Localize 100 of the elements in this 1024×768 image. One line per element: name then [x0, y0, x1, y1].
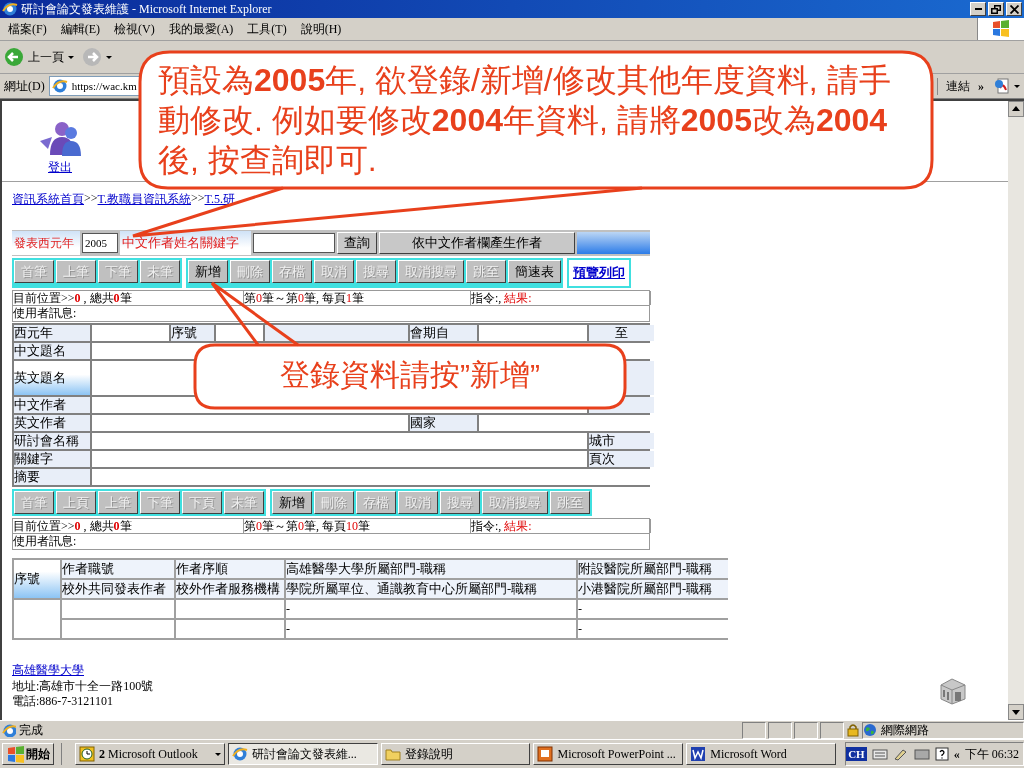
field-label: 城市 [589, 433, 654, 449]
start-button[interactable]: 開始 [2, 743, 54, 765]
year-field[interactable]: 2005 [82, 233, 118, 253]
close-icon [1009, 4, 1019, 14]
input-field[interactable] [216, 325, 263, 341]
menu-item[interactable]: 工具(T) [247, 20, 287, 38]
table-cell: - [286, 600, 576, 618]
help-icon [934, 747, 949, 761]
flag-logo-icon [991, 19, 1011, 39]
field-label: 摘要 [14, 469, 90, 485]
field-label: 會期自 [410, 325, 477, 341]
toolbar-button[interactable]: 簡速表 [508, 260, 561, 283]
column-header: 小港醫院所屬部門-職稱 [578, 580, 728, 598]
caret-icon [106, 55, 112, 59]
menu-item[interactable]: 檔案(F) [8, 20, 47, 38]
window-title: 研討會論文發表維護 - Microsoft Internet Explorer [21, 0, 273, 18]
tablet-icon [913, 747, 930, 761]
logout-link[interactable]: 登出 [48, 159, 72, 176]
query-button[interactable]: 查詢 [337, 232, 377, 254]
address-label: 網址(D) [4, 77, 45, 95]
breadcrumb-separator: >> [191, 191, 205, 207]
table-cell: - [578, 600, 728, 618]
close-button[interactable] [1006, 2, 1022, 16]
address-text: 地址:高雄市十全一路100號 [12, 679, 154, 694]
generate-authors-button[interactable]: 依中文作者欄產生作者 [379, 232, 575, 254]
globe-icon [863, 723, 877, 737]
field-label: 研討會名稱 [14, 433, 90, 449]
restore-button[interactable] [988, 2, 1004, 16]
padlock-icon [846, 723, 860, 737]
input-field[interactable] [92, 325, 169, 341]
taskbar-button[interactable]: Microsoft Word [686, 743, 837, 765]
taskbar-button[interactable]: Microsoft PowerPoint ... [533, 743, 684, 765]
command-result-text: 指令:, 結果: [471, 291, 532, 305]
minimize-button[interactable] [970, 2, 986, 16]
input-field[interactable] [479, 325, 587, 341]
print-preview-link[interactable]: 預覽列印 [569, 260, 629, 286]
menu-item[interactable]: 我的最愛(A) [168, 20, 234, 38]
expand-tray-button[interactable]: « [953, 746, 960, 762]
column-header: 高雄醫學大學所屬部門-職稱 [286, 560, 576, 578]
toolbar-button[interactable]: 新增 [188, 260, 228, 283]
browser-icon [2, 1, 18, 17]
language-indicator[interactable]: CH [846, 747, 867, 761]
menu-item[interactable]: 檢視(V) [114, 20, 155, 38]
column-header: 序號 [14, 560, 60, 598]
status-text: 完成 [19, 721, 43, 739]
table-cell [14, 600, 60, 638]
table-cell: - [286, 620, 576, 638]
restore-icon [991, 4, 1001, 14]
column-header: 作者序順 [176, 560, 284, 578]
breadcrumb-link[interactable]: 資訊系統首頁 [12, 191, 84, 207]
column-header: 校外作者服務機構 [176, 580, 284, 598]
minimize-icon [974, 8, 982, 10]
breadcrumb-link[interactable]: T.5.研 [204, 191, 235, 207]
links-label[interactable]: 連結 [946, 77, 970, 95]
forward-button[interactable] [80, 45, 114, 69]
author-keyword-field[interactable] [253, 233, 335, 253]
breadcrumb-link[interactable]: T.教職員資訊系統 [97, 191, 191, 207]
toolbar-button[interactable]: 新增 [272, 491, 312, 514]
page-icon [2, 723, 16, 737]
record-position-text: 目前位置>>0 , 總共0筆 [13, 519, 132, 533]
status-pane [742, 721, 766, 739]
menu-item[interactable]: 說明(H) [300, 20, 342, 38]
field-label: 中文題名 [14, 343, 90, 359]
clock-text: 下午 06:32 [964, 745, 1019, 763]
user-message-label: 使用者訊息: [13, 306, 77, 320]
field-label: 英文題名 [14, 361, 90, 395]
caret-icon [214, 752, 221, 756]
year-label: 發表西元年 [12, 231, 80, 255]
field-label: 至 [589, 325, 654, 341]
back-button[interactable]: 上一頁 [2, 45, 76, 69]
input-field[interactable] [92, 415, 408, 431]
record-range-text: 第0筆～第0筆, 每頁10筆 [244, 519, 370, 533]
document-icon [994, 78, 1012, 94]
menu-item[interactable]: 編輯(E) [60, 20, 100, 38]
school-link[interactable]: 高雄醫學大學 [12, 662, 154, 679]
column-header: 附設醫院所屬部門-職稱 [578, 560, 728, 578]
field-label: 關鍵字 [14, 451, 90, 467]
taskbar-button[interactable]: 研討會論文發表維... [227, 743, 378, 765]
flag-logo-icon [6, 745, 24, 763]
toolbar-button[interactable] [992, 78, 1022, 94]
taskbar-button[interactable]: 登錄說明 [380, 743, 531, 765]
input-field[interactable] [92, 433, 587, 449]
status-pane [820, 721, 844, 739]
field-label: 國家 [410, 415, 477, 431]
taskbar-button[interactable]: 2 Microsoft Outlook [75, 743, 225, 765]
table-cell: - [578, 620, 728, 638]
field-label: 頁次 [589, 451, 654, 467]
caret-icon [68, 55, 74, 59]
status-pane [794, 721, 818, 739]
scrollbar[interactable] [1008, 101, 1024, 720]
status-pane [768, 721, 792, 739]
column-header: 校外共同發表作者 [62, 580, 174, 598]
browser-icon [231, 746, 248, 762]
chevron-button[interactable]: » [974, 78, 988, 94]
zone-text: 網際網路 [881, 721, 929, 739]
user-message-label: 使用者訊息: [13, 534, 77, 548]
input-field[interactable] [92, 451, 587, 467]
clock-icon [79, 746, 95, 762]
pen-icon [892, 747, 909, 761]
record-position-text: 目前位置>>0 , 總共0筆 [13, 291, 132, 305]
